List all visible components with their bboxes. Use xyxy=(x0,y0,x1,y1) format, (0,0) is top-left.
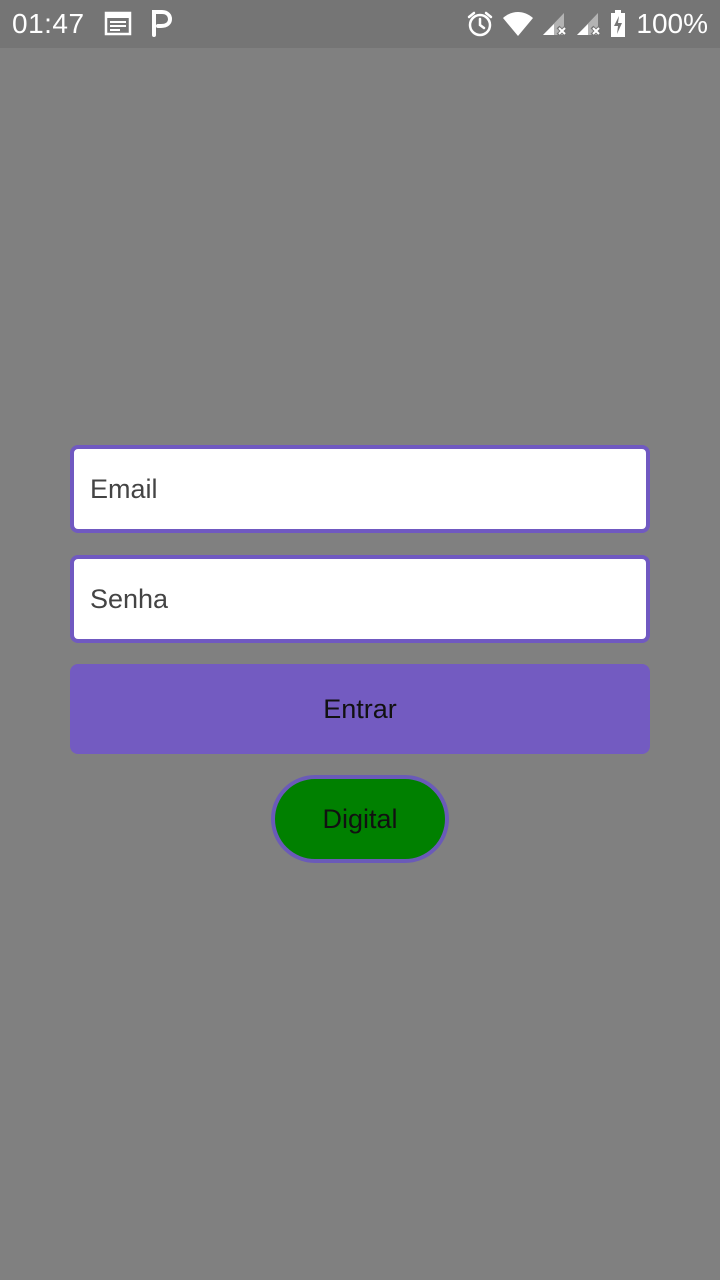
password-field[interactable] xyxy=(70,555,650,643)
calendar-icon xyxy=(104,10,132,36)
status-bar: 01:47 100% xyxy=(0,0,720,48)
wifi-icon xyxy=(502,11,534,37)
battery-charging-icon xyxy=(610,10,626,38)
status-time: 01:47 xyxy=(12,8,85,39)
fingerprint-login-button[interactable]: Digital xyxy=(271,775,449,863)
login-button[interactable]: Entrar xyxy=(70,664,650,754)
notification-icons xyxy=(104,9,172,37)
battery-percentage: 100% xyxy=(636,8,708,39)
email-field[interactable] xyxy=(70,445,650,533)
parking-p-icon xyxy=(150,9,172,37)
alarm-icon xyxy=(466,10,494,38)
signal-icon xyxy=(576,11,602,37)
system-status: 100% xyxy=(466,7,708,41)
signal-icon xyxy=(542,11,568,37)
